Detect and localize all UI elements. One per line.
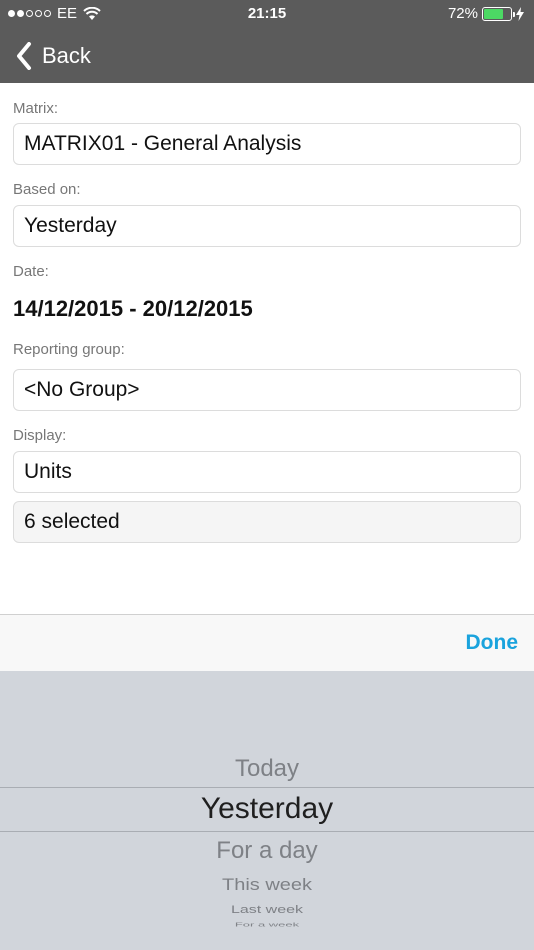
display-selection-field[interactable]: 6 selected [13, 501, 521, 543]
status-bar: EE 21:15 72% [0, 0, 534, 28]
picker-toolbar: Done [0, 614, 534, 671]
picker-selection-top-line [0, 787, 534, 788]
battery-percent: 72% [447, 5, 478, 22]
picker-option-selected[interactable]: Yesterday [0, 792, 534, 826]
picker-option[interactable]: For a day [0, 837, 534, 865]
display-field[interactable]: Units [13, 451, 521, 493]
battery-fill [484, 8, 503, 19]
reporting-group-label: Reporting group: [13, 341, 125, 358]
picker-option[interactable]: This week [0, 876, 534, 896]
option-picker[interactable]: Today Yesterday For a day This week Last… [0, 671, 534, 950]
picker-option[interactable]: Today [0, 755, 534, 783]
done-button[interactable]: Done [466, 631, 519, 655]
display-label: Display: [13, 427, 67, 444]
reporting-group-field[interactable]: <No Group> [13, 369, 521, 411]
battery-icon [482, 6, 515, 21]
matrix-field[interactable]: MATRIX01 - General Analysis [13, 123, 521, 165]
picker-selection-bottom-line [0, 831, 534, 832]
status-right: 72% [448, 5, 524, 22]
based-on-field[interactable]: Yesterday [13, 205, 521, 247]
back-button[interactable]: Back [16, 41, 91, 70]
navigation-bar: Back [0, 28, 534, 83]
report-form: Matrix: MATRIX01 - General Analysis Base… [13, 83, 521, 543]
back-label: Back [42, 42, 91, 68]
top-bar: EE 21:15 72% Back [0, 0, 534, 83]
based-on-label: Based on: [13, 181, 81, 198]
picker-option[interactable]: Last week [0, 904, 534, 917]
charging-bolt-icon [516, 6, 524, 21]
matrix-label: Matrix: [13, 100, 58, 117]
date-range-value: 14/12/2015 - 20/12/2015 [13, 296, 253, 321]
date-label: Date: [13, 263, 49, 280]
picker-option[interactable]: For a week [0, 922, 534, 928]
chevron-left-icon [17, 41, 31, 70]
